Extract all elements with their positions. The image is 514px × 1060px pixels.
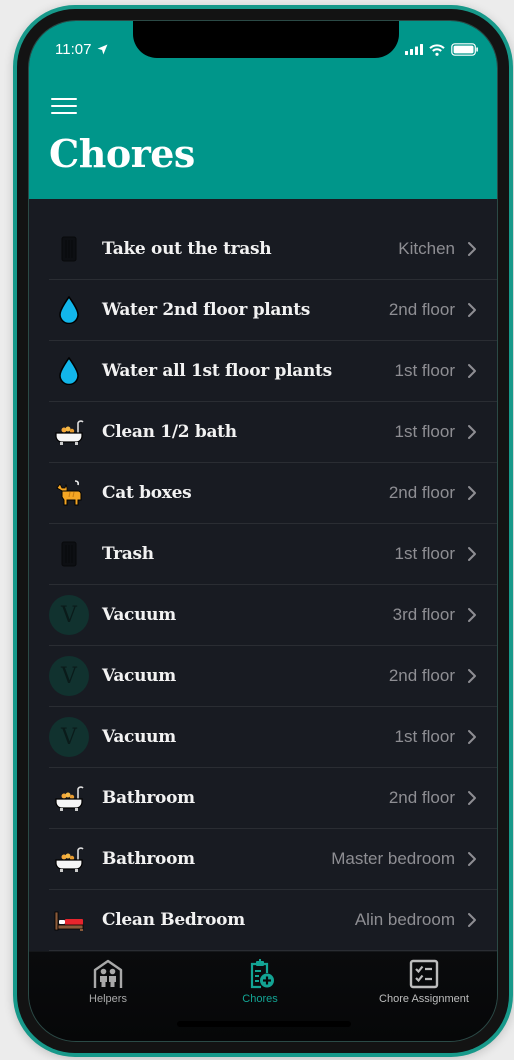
chore-location: Master bedroom [331,849,455,868]
tab-bar: Helpers Chores Chore Assignment [29,951,497,1041]
chevron-right-icon [463,912,481,928]
avatar: V [49,656,89,696]
chevron-right-icon [463,851,481,867]
chevron-right-icon [463,790,481,806]
status-time-text: 11:07 [55,41,92,58]
chore-title: Water all 1st floor plants [102,361,332,381]
chore-location: Alin bedroom [354,910,455,929]
letter-avatar-icon: V [49,595,89,635]
chore-location: Kitchen [398,239,455,258]
chore-row[interactable]: Bathroom 2nd floor [49,768,497,829]
chevron-right-icon [463,363,481,379]
chore-location: 1st floor [394,361,455,380]
chore-row[interactable]: Trash 1st floor [49,524,497,585]
battery-icon [451,43,478,56]
chore-location: 1st floor [394,422,455,441]
chevron-right-icon [463,302,481,318]
chore-location: 2nd floor [388,788,455,807]
chore-title: Take out the trash [102,239,272,259]
chevron-right-icon [463,241,481,257]
bed-icon [49,900,89,940]
bathtub-icon [49,839,89,879]
chore-title: Bathroom [102,788,195,808]
chore-row[interactable]: V Vacuum 2nd floor [49,646,497,707]
status-time: 11:07 [55,41,108,58]
phone-bezel: 11:07 Chores Take out the trash Kitchen … [17,9,509,1053]
chore-location: 1st floor [394,727,455,746]
chore-location: 2nd floor [388,483,455,502]
trash-can-icon [49,229,89,269]
chevron-right-icon [463,424,481,440]
status-icons [405,43,479,56]
chore-title: Trash [102,544,154,564]
tab-chore-assignment[interactable]: Chore Assignment [359,958,489,1005]
chore-location: 3rd floor [392,605,455,624]
chore-title: Cat boxes [102,483,192,503]
clipboard-add-icon [250,959,274,989]
chore-location: 2nd floor [388,666,455,685]
bathtub-icon [49,778,89,818]
chore-title: Clean Bedroom [102,910,245,930]
avatar: V [49,595,89,635]
chore-row[interactable]: Take out the trash Kitchen [49,219,497,280]
app-screen: 11:07 Chores Take out the trash Kitchen … [28,20,498,1042]
chore-title: Vacuum [102,666,176,686]
chore-row[interactable]: Cat boxes 2nd floor [49,463,497,524]
droplet-icon [49,351,89,391]
chore-row[interactable]: Bathroom Master bedroom [49,829,497,890]
tab-helpers-label: Helpers [89,993,127,1005]
chore-title: Vacuum [102,727,176,747]
trash-can-icon [49,534,89,574]
bathtub-icon [49,412,89,452]
chevron-right-icon [463,546,481,562]
letter-avatar-icon: V [49,717,89,757]
phone-frame: 11:07 Chores Take out the trash Kitchen … [13,5,513,1057]
chore-title: Bathroom [102,849,195,869]
tab-chores[interactable]: Chores [225,958,295,1005]
helpers-house-icon [93,959,123,988]
chevron-right-icon [463,485,481,501]
checklist-icon [409,959,439,989]
cat-icon [49,473,89,513]
chore-row[interactable]: V Vacuum 1st floor [49,707,497,768]
letter-avatar-icon: V [49,656,89,696]
notch [133,21,399,58]
chore-row[interactable]: V Vacuum 3rd floor [49,585,497,646]
hamburger-menu-icon[interactable] [51,98,77,116]
droplet-icon [49,290,89,330]
chore-title: Vacuum [102,605,176,625]
cellular-signal-icon [405,44,423,55]
chore-row[interactable]: Clean 1/2 bath 1st floor [49,402,497,463]
chore-row[interactable]: Water all 1st floor plants 1st floor [49,341,497,402]
chore-title: Clean 1/2 bath [102,422,237,442]
location-arrow-icon [97,44,108,55]
chevron-right-icon [463,668,481,684]
chore-title: Water 2nd floor plants [102,300,311,320]
page-title: Chores [49,131,195,176]
tab-helpers[interactable]: Helpers [73,958,143,1005]
chevron-right-icon [463,607,481,623]
chore-location: 1st floor [394,544,455,563]
header: 11:07 Chores [29,21,497,199]
chore-row[interactable]: Water 2nd floor plants 2nd floor [49,280,497,341]
home-indicator [177,1021,351,1027]
chores-list[interactable]: Take out the trash Kitchen Water 2nd floor… [29,199,497,957]
chevron-right-icon [463,729,481,745]
chore-row[interactable]: Clean Bedroom Alin bedroom [49,890,497,951]
chore-location: 2nd floor [388,300,455,319]
tab-chore-assignment-label: Chore Assignment [379,993,469,1005]
avatar: V [49,717,89,757]
wifi-icon [429,43,445,56]
tab-chores-label: Chores [242,993,278,1005]
